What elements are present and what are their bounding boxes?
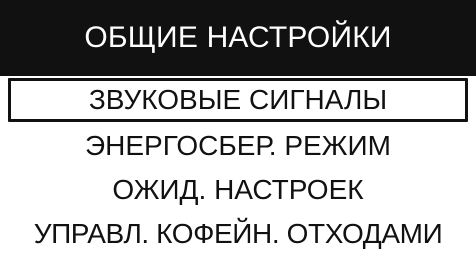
- menu-item-label: ОЖИД. НАСТРОЕК: [112, 174, 364, 205]
- menu-item-label: ЗВУКОВЫЕ СИГНАЛЫ: [88, 84, 388, 115]
- settings-menu: ЗВУКОВЫЕ СИГНАЛЫ ЭНЕРГОСБЕР. РЕЖИМ ОЖИД.…: [0, 76, 476, 252]
- menu-item-coffee-waste-management[interactable]: УПРАВЛ. КОФЕЙН. ОТХОДАМИ: [0, 212, 476, 256]
- menu-item-settings-wait[interactable]: ОЖИД. НАСТРОЕК: [0, 168, 476, 212]
- menu-item-energy-saving-mode[interactable]: ЭНЕРГОСБЕР. РЕЖИМ: [0, 124, 476, 168]
- menu-item-sound-signals[interactable]: ЗВУКОВЫЕ СИГНАЛЫ: [8, 78, 468, 122]
- screen-title: ОБЩИЕ НАСТРОЙКИ: [84, 21, 392, 54]
- menu-item-label: УПРАВЛ. КОФЕЙН. ОТХОДАМИ: [33, 218, 443, 249]
- menu-item-label: ЭНЕРГОСБЕР. РЕЖИМ: [85, 130, 391, 161]
- settings-screen: ОБЩИЕ НАСТРОЙКИ ЗВУКОВЫЕ СИГНАЛЫ ЭНЕРГОС…: [0, 0, 476, 252]
- screen-header: ОБЩИЕ НАСТРОЙКИ: [0, 0, 476, 76]
